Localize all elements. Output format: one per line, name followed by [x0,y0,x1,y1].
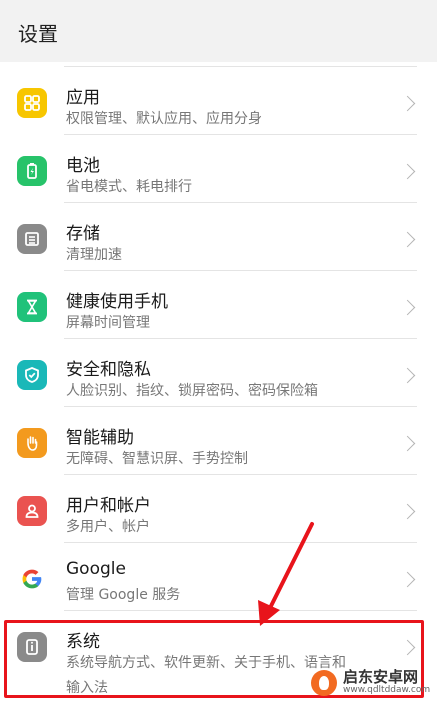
item-label: 用户和帐户 [66,496,151,516]
item-description: 省电模式、耗电排行 [66,179,192,195]
chevron-right-icon [399,435,416,452]
settings-item-apps[interactable]: 应用 权限管理、默认应用、应用分身 [0,67,437,135]
chevron-right-icon [399,95,416,112]
settings-item-smart-assist[interactable]: 智能辅助 无障碍、智慧识屏、手势控制 [0,407,437,475]
watermark: 启东安卓网 www.qdltddaw.com [311,667,431,699]
settings-item-users-accounts[interactable]: 用户和帐户 多用户、帐户 [0,475,437,543]
item-label: 存储 [66,224,100,244]
chevron-right-icon [399,503,416,520]
hourglass-icon [17,292,47,322]
settings-item-storage[interactable]: 存储 清理加速 [0,203,437,271]
chevron-right-icon [399,571,416,588]
chevron-right-icon [399,367,416,384]
item-description: 无障碍、智慧识屏、手势控制 [66,451,248,467]
header: 设置 [0,0,437,62]
storage-icon [17,224,47,254]
annotation-arrow-icon [258,522,314,626]
page-title: 设置 [18,22,58,46]
settings-item-google[interactable]: Google 管理 Google 服务 [0,543,437,611]
item-description: 屏幕时间管理 [66,315,150,331]
item-label: 安全和隐私 [66,360,151,380]
battery-icon [17,156,47,186]
watermark-url: www.qdltddaw.com [343,685,431,696]
settings-item-security[interactable]: 安全和隐私 人脸识别、指纹、锁屏密码、密码保险箱 [0,339,437,407]
google-icon [17,564,47,594]
settings-list: 应用 权限管理、默认应用、应用分身 电池 省电模式、耗电排行 存储 清理加速 健… [0,62,437,703]
apps-icon [17,88,47,118]
item-label: 智能辅助 [66,428,134,448]
item-label: 健康使用手机 [66,292,168,312]
item-description: 人脸识别、指纹、锁屏密码、密码保险箱 [66,383,318,399]
item-description: 管理 Google 服务 [66,587,181,603]
item-description: 多用户、帐户 [66,519,150,535]
hand-icon [17,428,47,458]
item-description: 权限管理、默认应用、应用分身 [66,111,262,127]
user-icon [17,496,47,526]
item-description: 清理加速 [66,247,122,263]
chevron-right-icon [399,231,416,248]
item-label: 应用 [66,88,100,108]
item-label: 电池 [66,156,100,176]
shield-icon [17,360,47,390]
chevron-right-icon [399,299,416,316]
watermark-name: 启东安卓网 [343,668,419,687]
settings-item-digital-balance[interactable]: 健康使用手机 屏幕时间管理 [0,271,437,339]
chevron-right-icon [399,163,416,180]
watermark-logo-icon [311,670,337,696]
item-label: Google [66,559,126,579]
settings-item-battery[interactable]: 电池 省电模式、耗电排行 [0,135,437,203]
